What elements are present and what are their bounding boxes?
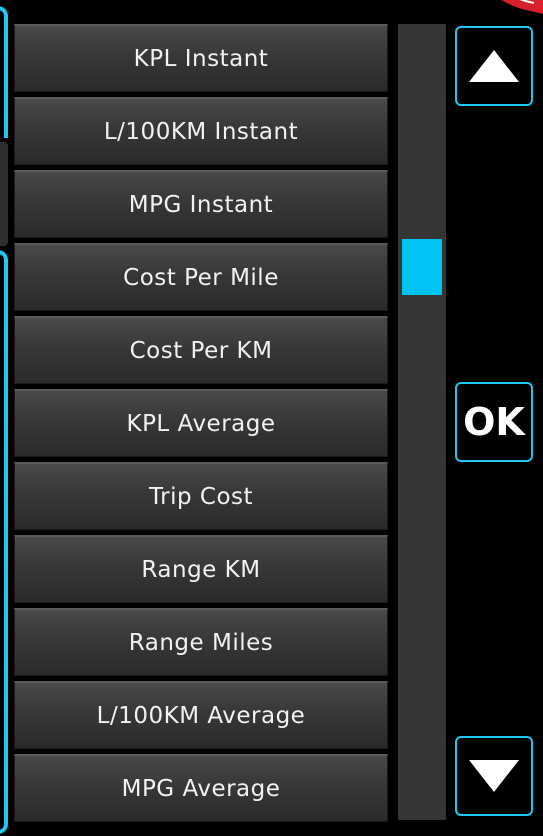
list-item[interactable]: MPG Average: [14, 754, 388, 822]
list-item-label: Range KM: [141, 556, 261, 583]
accent-bracket-top: [0, 6, 8, 138]
brand-logo-fragment: [501, 0, 543, 14]
accent-bracket-bottom: [0, 250, 8, 834]
list-item[interactable]: Range Miles: [14, 608, 388, 676]
ok-button[interactable]: OK: [455, 382, 533, 462]
list-item[interactable]: Cost Per Mile: [14, 243, 388, 311]
list-item[interactable]: Trip Cost: [14, 462, 388, 530]
list-item-label: MPG Average: [121, 775, 281, 802]
list-item[interactable]: KPL Instant: [14, 24, 388, 92]
list-item[interactable]: KPL Average: [14, 389, 388, 457]
gauge-option-list: KPL Instant L/100KM Instant MPG Instant …: [14, 14, 392, 836]
scroll-down-button[interactable]: [455, 736, 533, 816]
list-item[interactable]: L/100KM Average: [14, 681, 388, 749]
triangle-down-icon: [469, 760, 519, 792]
list-item[interactable]: MPG Instant: [14, 170, 388, 238]
list-item[interactable]: Cost Per KM: [14, 316, 388, 384]
list-item-label: KPL Instant: [133, 45, 269, 72]
triangle-up-icon: [469, 50, 519, 82]
list-item-label: L/100KM Instant: [103, 118, 299, 145]
side-tab: [0, 142, 8, 246]
list-item-label: KPL Average: [126, 410, 276, 437]
list-item[interactable]: Range KM: [14, 535, 388, 603]
selection-screen: KPL Instant L/100KM Instant MPG Instant …: [0, 0, 543, 836]
list-item-label: Cost Per KM: [129, 337, 273, 364]
scrollbar-track[interactable]: [398, 24, 446, 820]
list-item[interactable]: L/100KM Instant: [14, 97, 388, 165]
scroll-up-button[interactable]: [455, 26, 533, 106]
list-item-label: MPG Instant: [128, 191, 274, 218]
list-item-label: L/100KM Average: [96, 702, 306, 729]
list-item-label: Trip Cost: [148, 483, 254, 510]
list-item-label: Range Miles: [128, 629, 274, 656]
scrollbar-thumb[interactable]: [402, 239, 442, 295]
ok-button-label: OK: [463, 400, 525, 444]
list-item-label: Cost Per Mile: [123, 264, 279, 291]
